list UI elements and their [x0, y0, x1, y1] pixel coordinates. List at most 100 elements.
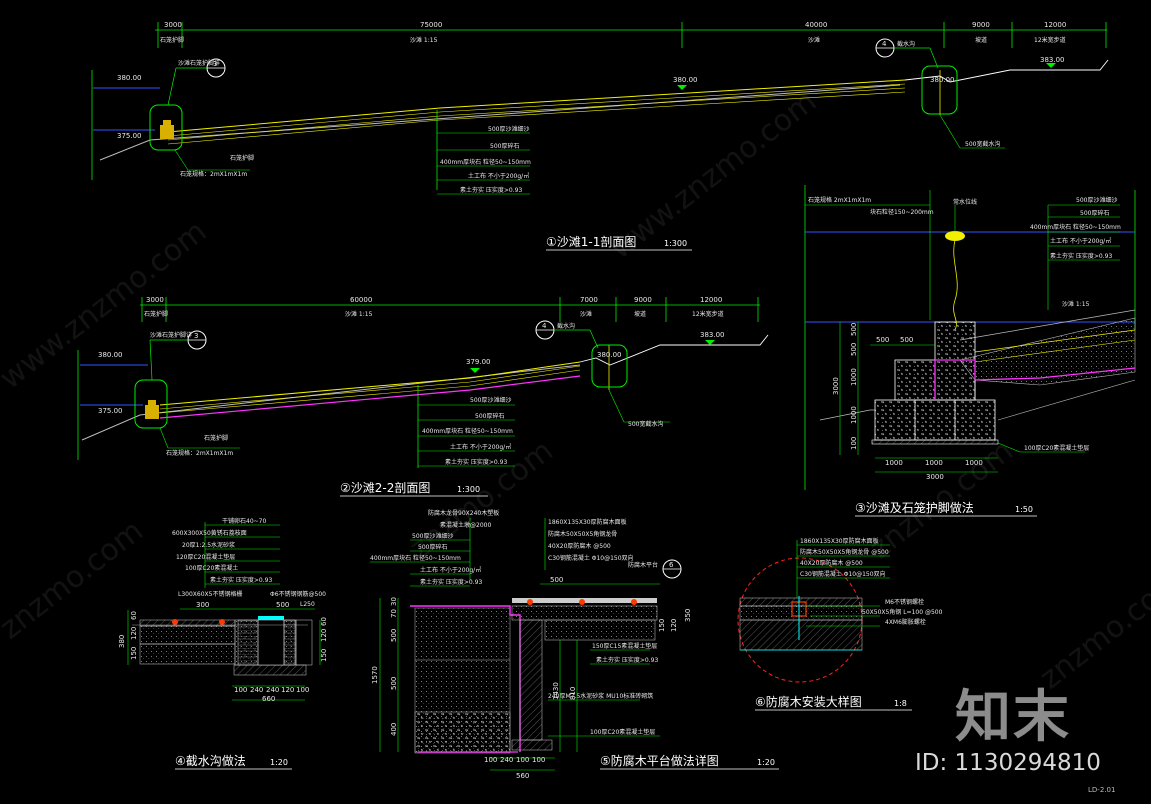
section-scale: 1:20 [757, 758, 775, 767]
level-label: 375.00 [117, 132, 142, 140]
bottom-dim: 1000 [965, 459, 983, 467]
install-note: C30钢筋混凝土 Φ10@150双向 [800, 570, 886, 578]
bottom-total-dim: 3000 [926, 473, 944, 481]
deck-inner-note: 100厚C20素混凝土垫层 [590, 728, 655, 736]
drain-dim: 380 [118, 635, 126, 648]
drain-dim: 150 [320, 649, 328, 662]
watermark-text: znzmo.com [863, 433, 1019, 566]
watermark-layer: www.znzmo.com www.znzmo.com znzmo.com zn… [0, 84, 1151, 696]
section-scale: 1:50 [1015, 505, 1033, 514]
install-note: 1860X135X30厚防腐木面板 [800, 537, 879, 545]
install-note: 40X20厚防腐木 @500 [800, 559, 863, 567]
marker-note: 沙滩石笼护脚详 [178, 59, 220, 67]
section-title: ①沙滩1-1剖面图 [546, 235, 636, 249]
level-label: 380.00 [117, 74, 142, 82]
deck-dim: 350 [684, 609, 692, 622]
dimension-label: 3000 [146, 296, 164, 304]
drain-note: 100厚C20素混凝土 [185, 564, 238, 572]
section-drain-detail: 干铺卵石40~70 600X300X50黄锈石荔枝面 20厚1:2.5水泥砂浆 … [118, 517, 328, 770]
marker-note: 沙滩石笼护脚详 [150, 331, 192, 339]
dimension-label: 3000 [164, 21, 182, 29]
layer-note: 400mm厚块石 粒径50~150mm [422, 427, 513, 435]
deck-dim: 70 [390, 609, 398, 618]
section-gabion-detail: 石笼规格 2mX1mX1m 块石粒径150~200mm 常水位线 500厚沙滩细… [804, 185, 1136, 517]
deck-material-note: 1860X135X30厚防腐木面板 [548, 518, 627, 526]
gabion-layer-note: 土工布 不小于200g/㎡ [1050, 237, 1111, 245]
detail-marker-number: 6 [669, 561, 674, 569]
deck-dim: 500 [390, 677, 398, 690]
drain-dim: 150 [130, 647, 138, 660]
drain-dim: 120 [281, 686, 294, 694]
base-note: 100厚C20素混凝土垫层 [1024, 444, 1089, 452]
drain-dim: 60 [320, 617, 328, 626]
grate-note: L250 [300, 601, 315, 608]
dimension-label: 9000 [634, 296, 652, 304]
grate-note: Φ6不锈钢钢筋@500 [270, 590, 326, 598]
deck-material-note: 40X20厚防腐木 @500 [548, 542, 611, 550]
deck-material-note: C30钢筋混凝土 Φ10@150双向 [548, 554, 634, 562]
section-deck-detail: 防腐木龙骨90X240木塑板 素混凝土墩@2000 500厚沙滩细沙 500厚碎… [370, 509, 779, 780]
layer-note: 素土夯实 压实度>0.93 [445, 458, 507, 466]
install-side-note: 50X50X5角钢 L=100 @500 [862, 608, 943, 616]
drain-dim: 300 [196, 601, 209, 609]
dimension-label: 40000 [805, 21, 827, 29]
drain-dim: 100 [234, 686, 247, 694]
drain-note: 20厚1:2.5水泥砂浆 [182, 541, 235, 549]
sheet-number: LD-2.01 [1088, 786, 1116, 794]
right-note: 500宽截水沟 [965, 140, 1000, 148]
deck-layer-note: 素土夯实 压实度>0.93 [420, 578, 482, 586]
deck-layer-note: 土工布 不小于200g/㎡ [420, 566, 481, 574]
dimension-sub-label: 沙滩 1:15 [345, 310, 373, 318]
level-label: 383.00 [700, 331, 725, 339]
dimension-sub-label: 12米宽步道 [692, 310, 724, 318]
image-id-label: ID: 1130294810 [915, 750, 1101, 776]
dimension-label: 12000 [1044, 21, 1066, 29]
gabion-layer-note: 沙滩 1:15 [1062, 300, 1090, 308]
deck-dim: 100 [532, 756, 545, 764]
dimension-sub-label: 石笼护脚 [144, 310, 168, 318]
bottom-dim: 1000 [925, 459, 943, 467]
vertical-dim: 1000 [850, 368, 858, 386]
dimension-label: 75000 [420, 21, 442, 29]
dimension-label: 9000 [972, 21, 990, 29]
detail-marker-number: 4 [542, 322, 547, 330]
dimension-sub-label: 坡道 [634, 310, 646, 318]
layer-note: 400mm厚块石 粒径50~150mm [440, 158, 531, 166]
deck-dim: 1570 [371, 666, 379, 684]
gabion-note: 块石粒径150~200mm [870, 208, 934, 216]
deck-dim: 1430 [552, 682, 560, 700]
drain-dim: 120 [320, 629, 328, 642]
layer-note: 土工布 不小于200g/㎡ [468, 172, 529, 180]
section-scale: 1:8 [894, 699, 907, 708]
section-title: ③沙滩及石笼护脚做法 [855, 500, 974, 515]
section-title: ⑤防腐木平台做法详图 [600, 753, 719, 768]
deck-layer-note: 500厚碎石 [418, 543, 447, 551]
deck-dim: 100 [516, 756, 529, 764]
drain-dim: 240 [250, 686, 263, 694]
marker-note: 截水沟 [897, 40, 915, 48]
drain-total-dim: 660 [262, 695, 275, 703]
section-title: ④截水沟做法 [175, 753, 246, 768]
deck-dim: 240 [500, 756, 513, 764]
install-side-note: M6不锈钢螺栓 [885, 598, 924, 606]
deck-inner-note: 240厚M7.5水泥砂浆 MU10标准砖砌筑 [548, 692, 653, 700]
left-note: 石笼护脚 [204, 434, 228, 442]
level-label: 380.00 [673, 76, 698, 84]
deck-layer-note: 400mm厚块石 粒径50~150mm [370, 554, 461, 562]
dimension-label: 12000 [700, 296, 722, 304]
deck-inner-note: 素土夯实 压实度>0.93 [596, 656, 658, 664]
vertical-dim: 500 [850, 323, 858, 336]
layer-note: 500厚沙滩细沙 [488, 125, 529, 133]
bottom-dim: 1000 [885, 459, 903, 467]
level-label: 383.00 [1040, 56, 1065, 64]
deck-dim: 30 [390, 597, 398, 606]
detail-marker-number: 4 [882, 40, 887, 48]
section-scale: 1:300 [664, 239, 687, 248]
detail-marker-number: 3 [194, 332, 198, 340]
deck-dim: 810 [569, 687, 577, 700]
gabion-layer-note: 素土夯实 压实度>0.93 [1050, 252, 1112, 260]
level-label: 380.00 [930, 76, 955, 84]
level-label: 375.00 [98, 407, 123, 415]
gabion-layer-note: 500厚沙滩细沙 [1076, 196, 1117, 204]
deck-dim: 150 [658, 619, 666, 632]
